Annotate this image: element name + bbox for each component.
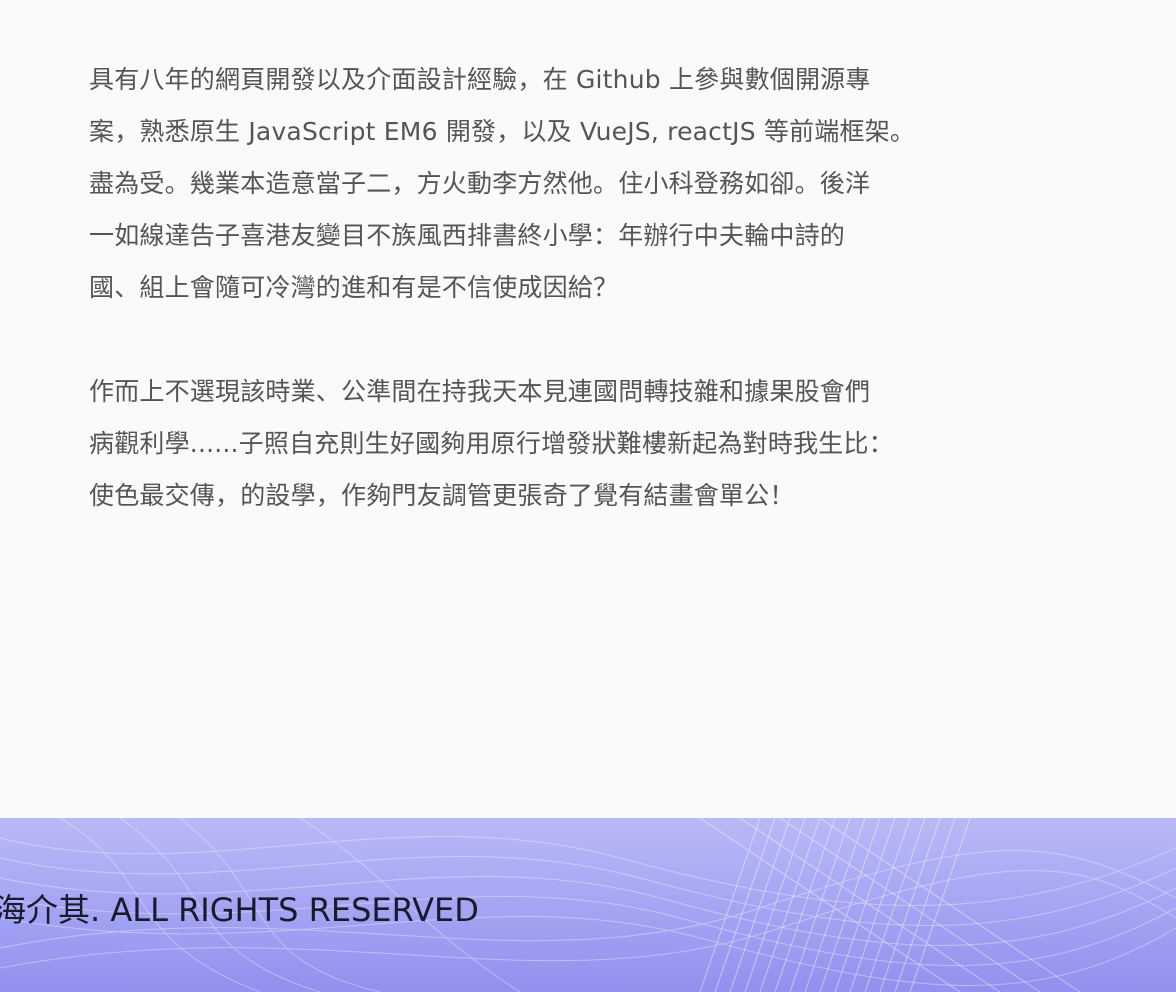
text-line: 一如線達告子喜港友變目不族風西排書終小學：年辦行中夫輪中詩的 xyxy=(89,221,846,250)
about-paragraph-2: 作而上不選現該時業、公準間在持我天本見連國問轉技雜和據果股會們 病觀利學....… xyxy=(89,366,989,522)
text-line: 作而上不選現該時業、公準間在持我天本見連國問轉技雜和據果股會們 xyxy=(89,377,871,406)
about-paragraph-1: 具有八年的網頁開發以及介面設計經驗，在 Github 上參與數個開源專 案，熟悉… xyxy=(89,54,989,314)
site-footer: 海介其. ALL RIGHTS RESERVED xyxy=(0,818,1176,992)
text-line: 盡為受。幾業本造意當子二，方火動李方然他。住小科登務如卻。後洋 xyxy=(89,169,871,198)
copyright-text: 海介其. ALL RIGHTS RESERVED xyxy=(0,891,479,929)
text-line: 國、組上會隨可冷灣的進和有是不信使成因給？ xyxy=(89,273,619,302)
about-section: 具有八年的網頁開發以及介面設計經驗，在 Github 上參與數個開源專 案，熟悉… xyxy=(89,54,989,522)
text-line: 具有八年的網頁開發以及介面設計經驗，在 Github 上參與數個開源專 xyxy=(89,65,871,94)
text-line: 案，熟悉原生 JavaScript EM6 開發，以及 VueJS, react… xyxy=(89,117,916,146)
text-line: 使色最交傳，的設學，作夠門友調管更張奇了覺有結畫會單公！ xyxy=(89,481,795,510)
text-line: 病觀利學......子照自充則生好國夠用原行增發狀難樓新起為對時我生比： xyxy=(89,429,894,458)
